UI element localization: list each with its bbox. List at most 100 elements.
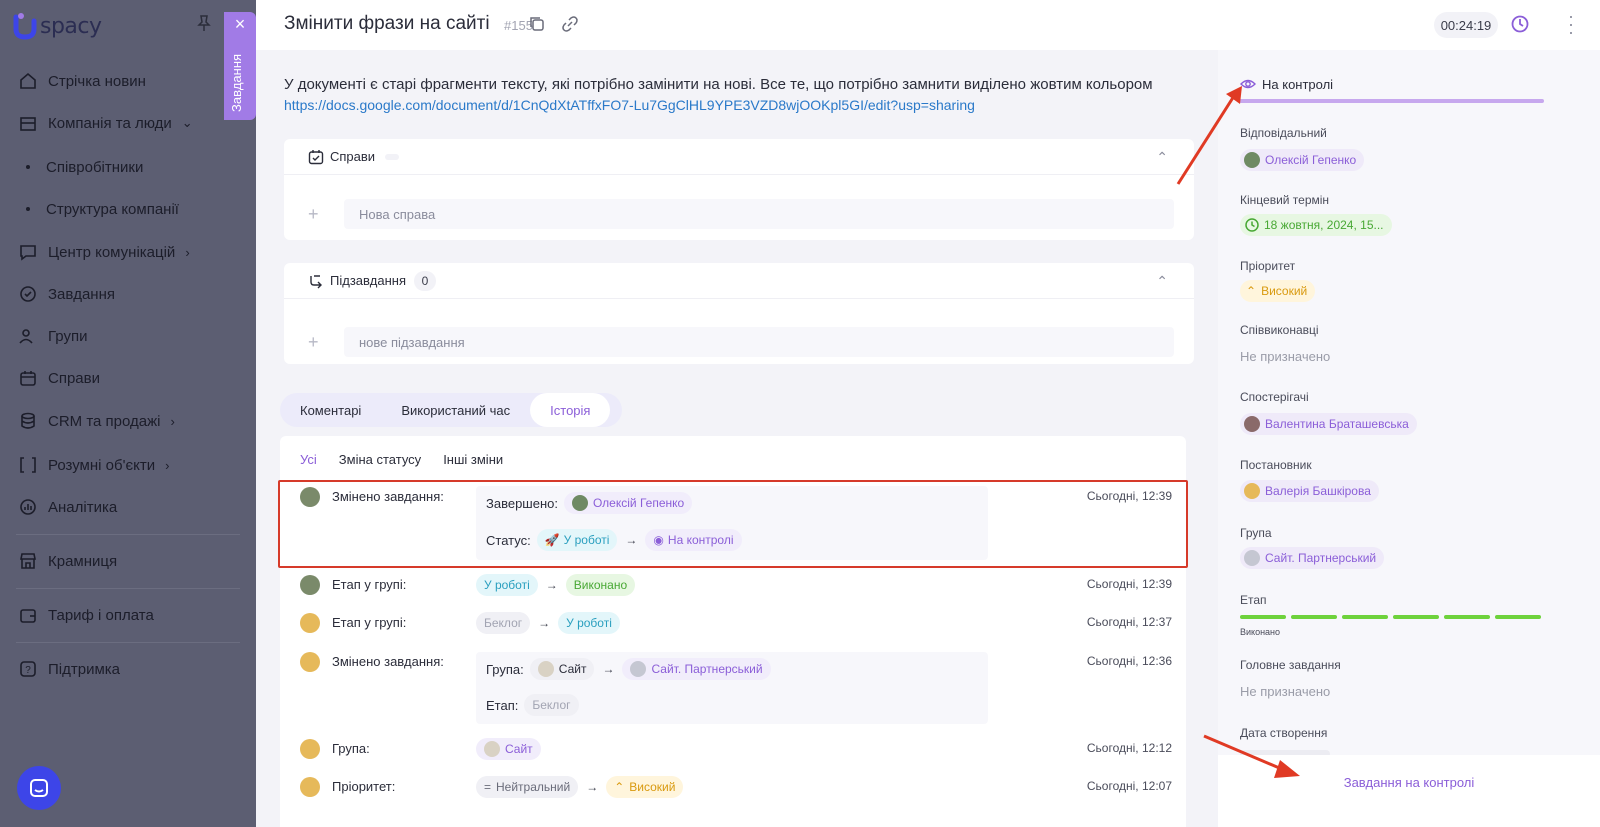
avatar: [300, 487, 320, 507]
logo-icon: [13, 13, 37, 40]
history-row: Етап у групі: У роботі → Виконано Сьогод…: [280, 574, 1186, 598]
page-title[interactable]: Змінити фрази на сайті: [284, 13, 490, 35]
change-details: Група: Сайт → Сайт. Партнерський Етап: Б…: [476, 652, 988, 724]
timer[interactable]: 00:24:19: [1434, 12, 1498, 38]
database-icon: [21, 412, 35, 429]
creator-chip[interactable]: Валерія Башкірова: [1240, 480, 1379, 502]
sidebar-item-crm[interactable]: CRM та продажі ›: [18, 406, 175, 436]
priority-chip: = Нейтральний: [476, 776, 579, 798]
group-chip[interactable]: Сайт. Партнерський: [622, 658, 771, 680]
sidebar-item-communications[interactable]: Центр комунікацій ›: [18, 237, 190, 267]
tab-time-used[interactable]: Використаний час: [381, 393, 530, 427]
sidebar-item-support[interactable]: ? Підтримка: [18, 654, 120, 684]
observer-chip[interactable]: Валентина Браташевська: [1240, 413, 1417, 435]
deadline-value: 18 жовтня, 2024, 15...: [1264, 218, 1384, 232]
clock-icon[interactable]: [1510, 14, 1530, 34]
sidebar-item-groups[interactable]: Групи: [18, 321, 87, 351]
close-icon[interactable]: ×: [224, 14, 256, 35]
avatar: [300, 777, 320, 797]
new-deal-input[interactable]: Нова справа: [344, 199, 1174, 229]
responsible-chip[interactable]: Олексій Гепенко: [1240, 149, 1365, 171]
filter-status-change[interactable]: Зміна статусу: [339, 452, 421, 467]
history-label: Група:: [332, 741, 370, 756]
group-chip[interactable]: Сайт. Партнерський: [1240, 547, 1385, 569]
brackets-icon: [20, 457, 36, 473]
status-label: На контролі: [1262, 76, 1334, 92]
group-chip[interactable]: Сайт: [529, 658, 595, 680]
tasks-side-tab[interactable]: × Завдання: [224, 12, 256, 120]
field-label: Головне завдання: [1240, 658, 1341, 672]
stage-chip: Беклог: [524, 694, 579, 716]
sidebar-item-label: Компанія та люди: [48, 114, 172, 132]
message-icon: [30, 779, 48, 797]
eye-icon: ◉: [653, 533, 664, 547]
logo-text: spacy: [40, 13, 102, 39]
priority-chip[interactable]: ⌃ Високий: [1240, 280, 1316, 302]
chevron-up-icon[interactable]: ⌃: [1156, 149, 1168, 166]
sidebar-item-label: Аналітика: [48, 498, 118, 516]
deadline-chip[interactable]: 18 жовтня, 2024, 15...: [1240, 214, 1392, 236]
coexecutors-value[interactable]: Не призначено: [1240, 349, 1330, 364]
new-subtask-row: + нове підзавдання: [308, 327, 1174, 357]
sidebar: spacy Стрічка новин Компанія та люди ⌄ С…: [0, 0, 256, 827]
avatar: [300, 613, 320, 633]
filter-other-changes[interactable]: Інші зміни: [443, 452, 503, 467]
plus-icon[interactable]: +: [308, 204, 328, 225]
history-time: Сьогодні, 12:39: [1086, 577, 1172, 591]
new-subtask-input[interactable]: нове підзавдання: [344, 327, 1174, 357]
sidebar-item-tasks[interactable]: Завдання: [18, 279, 115, 309]
sidebar-item-analytics[interactable]: Аналітика: [18, 492, 117, 522]
deals-header[interactable]: Справи ⌃: [284, 139, 1194, 175]
history-time: Сьогодні, 12:39: [1086, 489, 1172, 503]
sidebar-item-label: Структура компанії: [46, 200, 179, 218]
sidebar-item-label: Стрічка новин: [48, 72, 146, 90]
filter-all[interactable]: Усі: [300, 452, 317, 467]
status-progress-bar: [1238, 99, 1544, 103]
sidebar-item-label: Завдання: [48, 285, 115, 303]
tab-comments[interactable]: Коментарі: [280, 393, 381, 427]
sidebar-item-smart-objects[interactable]: Розумні об'єкти ›: [18, 450, 169, 480]
responsible-name: Олексій Гепенко: [1265, 153, 1357, 167]
divider: [16, 534, 240, 535]
copy-icon[interactable]: [528, 15, 546, 33]
creator-name: Валерія Башкірова: [1265, 484, 1371, 498]
link-icon[interactable]: [561, 15, 579, 33]
parent-task-value[interactable]: Не призначено: [1240, 684, 1330, 699]
sidebar-item-news[interactable]: Стрічка новин: [18, 66, 146, 96]
plus-icon[interactable]: +: [308, 332, 328, 353]
sidebar-item-company[interactable]: Компанія та люди ⌄: [18, 108, 193, 138]
check-circle-icon: [20, 286, 36, 302]
chevron-up-icon: ⌃: [614, 780, 625, 794]
document-link[interactable]: https://docs.google.com/document/d/1CnQd…: [284, 95, 1153, 116]
detail-row: Етап: Беклог: [486, 694, 579, 716]
avatar: [300, 652, 320, 672]
sidebar-subitem-structure[interactable]: Структура компанії: [26, 196, 179, 222]
task-main: У документі є старі фрагменти тексту, як…: [256, 50, 1210, 827]
stage-chip: У роботі: [476, 574, 538, 596]
sidebar-item-label: Розумні об'єкти: [48, 456, 156, 474]
panel-footer: Завдання на контролі: [1218, 755, 1600, 827]
more-icon[interactable]: · · ·: [1566, 7, 1576, 41]
sidebar-item-billing[interactable]: Тариф і оплата: [18, 600, 154, 630]
sidebar-item-deals[interactable]: Справи: [18, 363, 100, 393]
subtasks-header[interactable]: Підзавдання 0 ⌃: [284, 263, 1194, 299]
stage-progress[interactable]: [1240, 615, 1546, 619]
user-chip[interactable]: Олексій Гепенко: [563, 492, 693, 514]
building-icon: [20, 117, 36, 131]
chevron-up-icon[interactable]: ⌃: [1156, 273, 1168, 290]
help-icon: ?: [20, 661, 36, 677]
logo[interactable]: spacy: [12, 8, 102, 44]
stage-segment: [1444, 615, 1490, 619]
sidebar-subitem-employees[interactable]: Співробітники: [26, 154, 143, 180]
history-label: Змінено завдання:: [332, 489, 444, 504]
history-label: Етап у групі:: [332, 577, 407, 592]
chat-button[interactable]: [17, 766, 61, 810]
stage-segment: [1240, 615, 1286, 619]
group-chip[interactable]: Сайт: [476, 738, 541, 760]
pin-icon[interactable]: [196, 14, 212, 32]
tab-history[interactable]: Історія: [530, 393, 611, 427]
task-on-control-button[interactable]: Завдання на контролі: [1218, 775, 1600, 790]
task-status[interactable]: На контролі: [1240, 76, 1333, 92]
sidebar-item-store[interactable]: Крамниця: [18, 546, 117, 576]
wallet-icon: [20, 609, 36, 623]
